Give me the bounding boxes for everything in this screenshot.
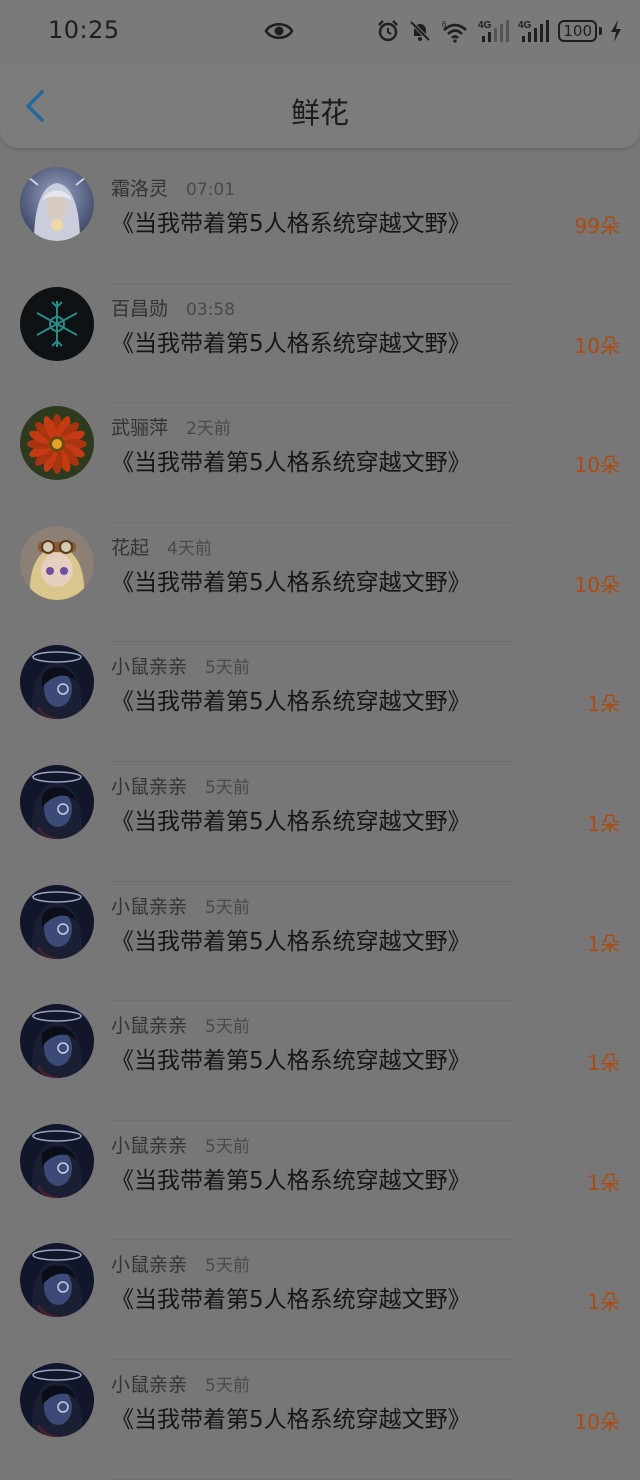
timestamp: 07:01	[186, 180, 236, 200]
avatar[interactable]	[20, 1362, 94, 1437]
book-title: 《当我带着第5人格系统穿越文野》	[111, 1048, 471, 1075]
timestamp: 2天前	[186, 419, 231, 440]
item-meta: 小鼠亲亲 5天前	[111, 772, 250, 799]
username[interactable]: 小鼠亲亲	[111, 892, 187, 919]
battery-tip	[599, 27, 602, 35]
avatar[interactable]	[20, 645, 94, 720]
flower-count: 1朵	[587, 931, 620, 956]
status-icons: 6 4G 4G 100	[376, 16, 622, 46]
avatar[interactable]	[20, 286, 94, 361]
avatar[interactable]	[20, 406, 94, 481]
book-title: 《当我带着第5人格系统穿越文野》	[111, 808, 471, 835]
flower-count: 1朵	[587, 1170, 620, 1195]
book-title: 《当我带着第5人格系统穿越文野》	[111, 211, 471, 237]
book-title: 《当我带着第5人格系统穿越文野》	[111, 330, 471, 357]
svg-text:4G: 4G	[478, 20, 492, 31]
username[interactable]: 小鼠亲亲	[111, 1370, 187, 1397]
item-meta: 霜洛灵 07:01	[111, 174, 235, 201]
list-item[interactable]: 小鼠亲亲 5天前 《当我带着第5人格系统穿越文野》 10朵	[0, 1360, 640, 1480]
wifi-icon: 6	[442, 20, 468, 43]
alarm-icon	[378, 20, 399, 42]
flower-count: 10朵	[574, 333, 620, 358]
list-item[interactable]: 小鼠亲亲 5天前 《当我带着第5人格系统穿越文野》 1朵	[0, 882, 640, 1002]
item-meta: 小鼠亲亲 5天前	[111, 1131, 250, 1158]
item-meta: 小鼠亲亲 5天前	[111, 1370, 250, 1397]
list-item[interactable]: 小鼠亲亲 5天前 《当我带着第5人格系统穿越文野》 1朵	[0, 1121, 640, 1241]
avatar[interactable]	[20, 1004, 94, 1079]
list-item[interactable]: 小鼠亲亲 5天前 《当我带着第5人格系统穿越文野》 1朵	[0, 762, 640, 882]
timestamp: 5天前	[205, 777, 250, 798]
avatar[interactable]	[20, 167, 94, 241]
signal-4g-icon: 4G	[478, 20, 510, 42]
timestamp: 4天前	[167, 538, 212, 559]
username[interactable]: 小鼠亲亲	[111, 652, 187, 679]
battery-icon: 100	[558, 20, 602, 42]
page-title: 鲜花	[290, 96, 349, 130]
flower-count: 1朵	[587, 811, 620, 836]
username[interactable]: 霜洛灵	[111, 174, 168, 201]
item-meta: 花起 4天前	[111, 533, 212, 560]
battery-level: 100	[558, 20, 597, 42]
header: 鲜花	[0, 62, 640, 148]
flower-count: 10朵	[574, 1409, 620, 1434]
username[interactable]: 小鼠亲亲	[111, 1250, 187, 1277]
mute-icon	[409, 20, 431, 42]
list-item[interactable]: 小鼠亲亲 5天前 《当我带着第5人格系统穿越文野》 1朵	[0, 1001, 640, 1121]
timestamp: 5天前	[205, 1256, 250, 1277]
item-meta: 小鼠亲亲 5天前	[111, 652, 250, 679]
book-title: 《当我带着第5人格系统穿越文野》	[111, 1287, 471, 1314]
item-meta: 小鼠亲亲 5天前	[111, 1011, 250, 1038]
list-item[interactable]: 霜洛灵 07:01 《当我带着第5人格系统穿越文野》 99朵	[0, 164, 640, 284]
avatar[interactable]	[20, 1243, 94, 1318]
username[interactable]: 花起	[111, 533, 149, 560]
book-title: 《当我带着第5人格系统穿越文野》	[111, 689, 471, 716]
username[interactable]: 武骊萍	[111, 413, 168, 440]
avatar[interactable]	[20, 1123, 94, 1198]
charging-icon	[611, 20, 621, 42]
svg-text:4G: 4G	[518, 20, 532, 31]
timestamp: 5天前	[205, 658, 250, 679]
flower-count: 1朵	[587, 692, 620, 717]
timestamp: 5天前	[205, 1017, 250, 1038]
flower-count: 99朵	[574, 214, 620, 238]
username[interactable]: 百昌勋	[111, 294, 168, 321]
timestamp: 5天前	[205, 897, 250, 918]
timestamp: 5天前	[205, 1375, 250, 1396]
username[interactable]: 小鼠亲亲	[111, 772, 187, 799]
flower-count: 10朵	[574, 572, 620, 597]
status-time: 10:25	[48, 16, 120, 44]
status-bar: 10:25 6 4G 4G 100	[0, 0, 640, 62]
flower-count: 10朵	[574, 453, 620, 478]
avatar[interactable]	[20, 884, 94, 959]
timestamp: 5天前	[205, 1136, 250, 1157]
list-item[interactable]: 百昌勋 03:58 《当我带着第5人格系统穿越文野》 10朵	[0, 284, 640, 404]
username[interactable]: 小鼠亲亲	[111, 1011, 187, 1038]
flower-list: 霜洛灵 07:01 《当我带着第5人格系统穿越文野》 99朵 百昌勋 03:58…	[0, 164, 640, 1480]
book-title: 《当我带着第5人格系统穿越文野》	[111, 450, 471, 477]
book-title: 《当我带着第5人格系统穿越文野》	[111, 928, 471, 955]
flower-count: 1朵	[587, 1290, 620, 1315]
list-item[interactable]: 小鼠亲亲 5天前 《当我带着第5人格系统穿越文野》 1朵	[0, 642, 640, 762]
username[interactable]: 小鼠亲亲	[111, 1131, 187, 1158]
item-meta: 武骊萍 2天前	[111, 413, 231, 440]
list-item[interactable]: 花起 4天前 《当我带着第5人格系统穿越文野》 10朵	[0, 523, 640, 643]
book-title: 《当我带着第5人格系统穿越文野》	[111, 569, 471, 596]
book-title: 《当我带着第5人格系统穿越文野》	[111, 1167, 471, 1194]
list-item[interactable]: 武骊萍 2天前 《当我带着第5人格系统穿越文野》 10朵	[0, 403, 640, 523]
avatar[interactable]	[20, 764, 94, 839]
book-title: 《当我带着第5人格系统穿越文野》	[111, 1406, 471, 1433]
timestamp: 03:58	[186, 299, 236, 320]
eye-icon	[264, 22, 294, 40]
signal-4g-icon-2: 4G	[518, 20, 550, 42]
avatar[interactable]	[20, 525, 94, 600]
item-meta: 小鼠亲亲 5天前	[111, 1250, 250, 1277]
item-meta: 百昌勋 03:58	[111, 294, 235, 321]
flower-count: 1朵	[587, 1051, 620, 1076]
item-meta: 小鼠亲亲 5天前	[111, 892, 250, 919]
list-item[interactable]: 小鼠亲亲 5天前 《当我带着第5人格系统穿越文野》 1朵	[0, 1240, 640, 1360]
